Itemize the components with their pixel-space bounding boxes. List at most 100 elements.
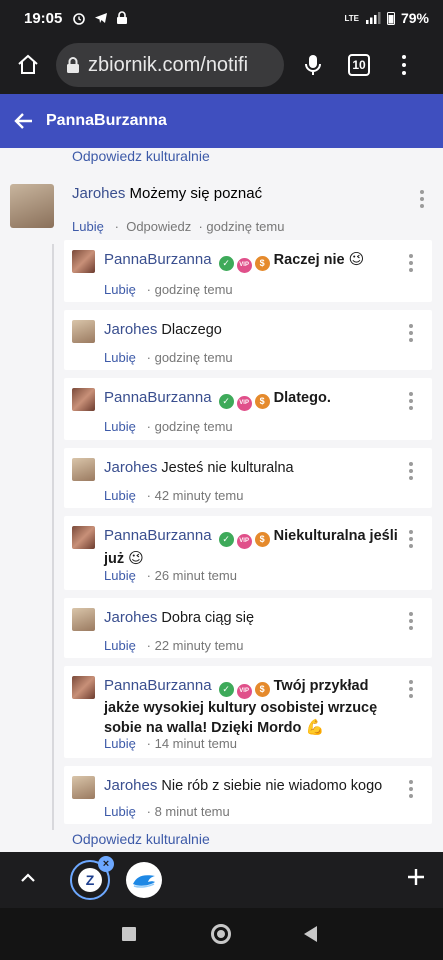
reply-item: Jarohes Jesteś nie kulturalna Lubię · 42…	[64, 448, 432, 508]
timestamp: godzinę temu	[154, 419, 233, 434]
app-header: PannaBurzanna	[0, 94, 443, 148]
wink-emoji-icon: 😉	[348, 251, 365, 268]
back-triangle-icon[interactable]	[304, 926, 317, 942]
avatar[interactable]	[72, 388, 95, 411]
more-options-icon[interactable]	[408, 530, 414, 548]
comment-text: Dlatego.	[273, 390, 331, 406]
premium-badge-icon: $	[254, 682, 270, 697]
like-button[interactable]: Lubię	[104, 488, 136, 503]
premium-badge-icon: $	[254, 256, 270, 271]
vip-badge-icon: VIP	[236, 396, 252, 411]
more-options-icon[interactable]	[408, 324, 414, 342]
author-name[interactable]: PannaBurzanna	[104, 389, 212, 406]
battery-percent: 79%	[400, 10, 429, 26]
like-button[interactable]: Lubię	[104, 350, 136, 365]
more-options-icon[interactable]	[408, 780, 414, 798]
more-options-icon[interactable]	[408, 462, 414, 480]
like-button[interactable]: Lubię	[104, 419, 136, 434]
status-right: LTE 79%	[344, 10, 429, 26]
author-name[interactable]: Jarohes	[104, 777, 157, 794]
status-icons	[72, 11, 128, 25]
author-name[interactable]: Jarohes	[104, 459, 157, 476]
more-options-icon[interactable]	[408, 612, 414, 630]
verified-badge-icon: ✓	[218, 394, 234, 409]
like-button[interactable]: Lubię	[104, 282, 136, 297]
network-type: LTE	[344, 13, 359, 23]
comment-text: Dobra ciąg się	[161, 610, 255, 626]
battery-icon	[386, 12, 395, 25]
home-icon	[18, 54, 38, 74]
vip-badge-icon: VIP	[236, 684, 252, 699]
url-text: zbiornik.com/notifi	[88, 53, 249, 76]
thread-line	[52, 244, 54, 830]
back-arrow-icon[interactable]	[12, 109, 36, 133]
like-button[interactable]: Lubię	[72, 219, 104, 234]
more-options-icon[interactable]	[419, 190, 425, 208]
reply-item: PannaBurzanna ✓ VIP $ Dlatego. Lubię · god…	[64, 378, 432, 440]
comment-text: Nie rób z siebie nie wiadomo kogo	[161, 778, 383, 794]
reply-button[interactable]: Odpowiedz	[126, 219, 191, 234]
avatar[interactable]	[72, 250, 95, 273]
browser-menu-button[interactable]	[394, 55, 414, 75]
signal-icon	[365, 12, 381, 24]
author-name[interactable]: Jarohes	[104, 321, 157, 338]
premium-badge-icon: $	[254, 532, 270, 547]
reply-politely-link-top[interactable]: Odpowiedz kulturalnie	[72, 148, 210, 164]
recents-icon[interactable]	[122, 927, 136, 941]
avatar[interactable]	[72, 776, 95, 799]
author-name[interactable]: Jarohes	[72, 185, 125, 202]
clock: 19:05	[24, 9, 63, 27]
new-tab-icon[interactable]	[405, 866, 427, 888]
lock-status-icon	[117, 11, 128, 24]
telegram-icon	[95, 13, 108, 23]
author-name[interactable]: Jarohes	[104, 609, 157, 626]
parent-comment: Jarohes Możemy się poznać Lubię · Odpowi…	[0, 178, 443, 240]
avatar[interactable]	[72, 526, 95, 549]
status-bar: 19:05 LTE 79%	[0, 0, 443, 36]
like-button[interactable]: Lubię	[104, 568, 136, 583]
tab-switcher-button[interactable]: 10	[348, 54, 370, 76]
avatar[interactable]	[10, 184, 54, 228]
chevron-up-icon[interactable]	[18, 868, 38, 888]
timestamp: godzinę temu	[154, 282, 233, 297]
timestamp: 42 minuty temu	[154, 488, 244, 503]
verified-badge-icon: ✓	[218, 682, 234, 697]
reply-politely-link-bottom[interactable]: Odpowiedz kulturalnie	[72, 831, 210, 847]
more-options-icon[interactable]	[408, 254, 414, 272]
close-tab-icon[interactable]: ×	[98, 856, 114, 872]
active-tab-thumbnail[interactable]: Z ×	[70, 856, 114, 900]
home-button[interactable]	[8, 45, 48, 85]
more-options-icon[interactable]	[408, 680, 414, 698]
browser-toolbar: zbiornik.com/notifi 10	[0, 36, 443, 94]
timestamp: godzinę temu	[154, 350, 233, 365]
author-name[interactable]: PannaBurzanna	[104, 527, 212, 544]
verified-badge-icon: ✓	[218, 532, 234, 547]
like-button[interactable]: Lubię	[104, 638, 136, 653]
microphone-icon	[305, 55, 321, 75]
lock-icon	[67, 57, 79, 73]
verified-badge-icon: ✓	[218, 256, 234, 271]
author-name[interactable]: PannaBurzanna	[104, 251, 212, 268]
more-options-icon[interactable]	[408, 392, 414, 410]
avatar[interactable]	[72, 608, 95, 631]
browser-bottom-bar: Z ×	[0, 852, 443, 908]
timestamp: 22 minuty temu	[154, 638, 244, 653]
comment-text: Możemy się poznać	[129, 185, 263, 202]
timestamp: 26 minut temu	[154, 568, 237, 583]
wink-emoji-icon: 😉	[128, 550, 144, 567]
address-bar[interactable]: zbiornik.com/notifi	[56, 43, 284, 87]
comment-text: Dlaczego	[161, 322, 222, 338]
reply-item: Jarohes Dlaczego Lubię · godzinę temu	[64, 310, 432, 370]
comment-text: Raczej nie	[273, 252, 345, 268]
avatar[interactable]	[72, 458, 95, 481]
timestamp: godzinę temu	[206, 219, 285, 234]
author-name[interactable]: PannaBurzanna	[104, 677, 212, 694]
tab-thumbnail[interactable]	[126, 862, 162, 898]
like-button[interactable]: Lubię	[104, 804, 136, 819]
avatar[interactable]	[72, 320, 95, 343]
like-button[interactable]: Lubię	[104, 736, 136, 751]
avatar[interactable]	[72, 676, 95, 699]
timestamp: 8 minut temu	[154, 804, 230, 819]
voice-search-button[interactable]	[296, 53, 330, 77]
home-circle-icon[interactable]	[211, 924, 231, 944]
